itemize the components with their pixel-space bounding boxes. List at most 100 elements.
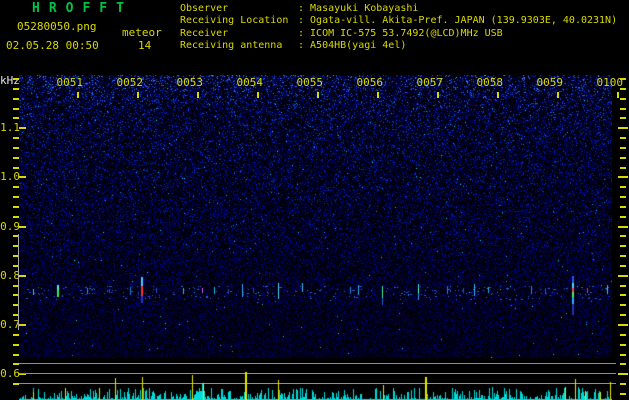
right-minor-tick bbox=[620, 383, 626, 386]
right-major-tick bbox=[618, 373, 628, 376]
freq-label: 1.0 bbox=[0, 170, 20, 184]
time-tick bbox=[437, 92, 439, 98]
right-major-tick bbox=[618, 225, 628, 228]
right-minor-tick bbox=[620, 343, 626, 346]
right-minor-tick bbox=[620, 255, 626, 258]
freq-major-tick bbox=[19, 176, 26, 179]
freq-minor-tick bbox=[13, 156, 19, 159]
right-minor-tick bbox=[620, 363, 626, 366]
time-label: 0059 bbox=[536, 76, 564, 89]
right-minor-tick bbox=[620, 107, 626, 110]
right-minor-tick bbox=[620, 245, 626, 248]
freq-minor-tick bbox=[13, 87, 19, 90]
time-tick bbox=[257, 92, 259, 98]
freq-minor-tick bbox=[13, 117, 19, 120]
time-tick bbox=[77, 92, 79, 98]
right-minor-tick bbox=[620, 78, 626, 80]
right-minor-tick bbox=[620, 392, 626, 395]
right-major-tick bbox=[618, 176, 628, 179]
station-info: Observer: Masayuki Kobayashi Receiving Lo… bbox=[180, 3, 617, 53]
freq-major-tick bbox=[19, 127, 26, 130]
time-tick bbox=[317, 92, 319, 98]
freq-minor-tick bbox=[13, 186, 19, 189]
app-title: HROFFT bbox=[32, 1, 133, 16]
right-minor-tick bbox=[620, 314, 626, 317]
station-info-label: Receiving antenna bbox=[180, 40, 283, 52]
time-tick bbox=[557, 92, 559, 98]
right-minor-tick bbox=[620, 117, 626, 120]
right-minor-tick bbox=[620, 264, 626, 267]
freq-label: 0.8 bbox=[0, 268, 20, 282]
time-label: 0056 bbox=[356, 76, 384, 89]
right-minor-tick bbox=[620, 87, 626, 90]
freq-minor-tick bbox=[13, 343, 19, 346]
time-label: 0054 bbox=[236, 76, 264, 89]
right-major-tick bbox=[618, 274, 628, 277]
right-minor-tick bbox=[620, 215, 626, 218]
freq-minor-tick bbox=[13, 215, 19, 218]
time-tick bbox=[137, 92, 139, 98]
time-tick bbox=[377, 92, 379, 98]
time-label: 0051 bbox=[56, 76, 84, 89]
right-minor-tick bbox=[620, 294, 626, 297]
freq-minor-tick bbox=[13, 146, 19, 149]
spectrogram-canvas bbox=[19, 75, 612, 358]
time-label: 0052 bbox=[116, 76, 144, 89]
freq-minor-tick bbox=[13, 353, 19, 356]
right-major-tick bbox=[618, 127, 628, 130]
station-info-value: : Ogata-vill. Akita-Pref. JAPAN (139.930… bbox=[298, 15, 618, 27]
right-minor-tick bbox=[620, 353, 626, 356]
right-minor-tick bbox=[620, 156, 626, 159]
station-info-row: Receiving antenna : A504HB(yagi 4el) bbox=[180, 40, 617, 52]
station-info-label: Receiving Location bbox=[180, 15, 289, 27]
calibration-marker-line bbox=[18, 234, 19, 330]
output-filename: 05280050.png bbox=[17, 20, 97, 33]
freq-label: 1.1 bbox=[0, 121, 20, 135]
right-minor-tick bbox=[620, 304, 626, 307]
station-info-label: Receiver bbox=[180, 27, 229, 39]
freq-minor-tick bbox=[13, 107, 19, 110]
right-minor-tick bbox=[620, 196, 626, 199]
mode-label: meteor bbox=[122, 26, 162, 39]
right-minor-tick bbox=[620, 137, 626, 140]
freq-axis-unit: kHz bbox=[0, 74, 20, 87]
signal-power-trace-canvas bbox=[19, 358, 612, 400]
freq-minor-tick bbox=[13, 333, 19, 336]
hrofft-screenshot: HROFFT 05280050.png meteor 02.05.28 00:5… bbox=[0, 0, 629, 400]
freq-label: 0.6 bbox=[0, 367, 20, 381]
time-tick bbox=[497, 92, 499, 98]
right-minor-tick bbox=[620, 284, 626, 287]
freq-label: 0.9 bbox=[0, 219, 20, 233]
station-info-row: Receiver : ICOM IC-575 53.7492(@LCD)MHz U… bbox=[180, 28, 617, 40]
freq-minor-tick bbox=[13, 205, 19, 208]
freq-minor-tick bbox=[13, 78, 19, 80]
right-minor-tick bbox=[620, 166, 626, 169]
right-major-tick bbox=[618, 324, 628, 326]
right-minor-tick bbox=[620, 205, 626, 208]
meteor-count: 14 bbox=[138, 39, 152, 52]
freq-minor-tick bbox=[13, 137, 19, 140]
time-tick bbox=[617, 92, 619, 98]
right-minor-tick bbox=[620, 186, 626, 189]
right-minor-tick bbox=[620, 146, 626, 149]
freq-major-tick bbox=[19, 324, 26, 326]
station-info-value: : Masayuki Kobayashi bbox=[298, 3, 419, 14]
time-label: 0057 bbox=[416, 76, 444, 89]
freq-label: 0.7 bbox=[0, 318, 20, 331]
freq-minor-tick bbox=[13, 196, 19, 199]
station-info-value: : ICOM IC-575 53.7492(@LCD)MHz USB bbox=[298, 27, 503, 39]
time-label: 0100 bbox=[596, 76, 624, 89]
station-info-label: Observer bbox=[180, 3, 229, 14]
freq-minor-tick bbox=[13, 166, 19, 169]
station-info-row: Receiving Location : Ogata-vill. Akita-Pr… bbox=[180, 15, 617, 27]
freq-minor-tick bbox=[13, 97, 19, 100]
station-info-value: : A504HB(yagi 4el) bbox=[298, 40, 407, 52]
right-minor-tick bbox=[620, 97, 626, 100]
freq-major-tick bbox=[19, 225, 26, 228]
timestamp: 02.05.28 00:50 bbox=[6, 39, 99, 52]
time-label: 0055 bbox=[296, 76, 324, 89]
right-minor-tick bbox=[620, 235, 626, 238]
station-info-row: Observer : Masayuki Kobayashi bbox=[180, 3, 617, 15]
time-label: 0053 bbox=[176, 76, 204, 89]
right-minor-tick bbox=[620, 333, 626, 336]
